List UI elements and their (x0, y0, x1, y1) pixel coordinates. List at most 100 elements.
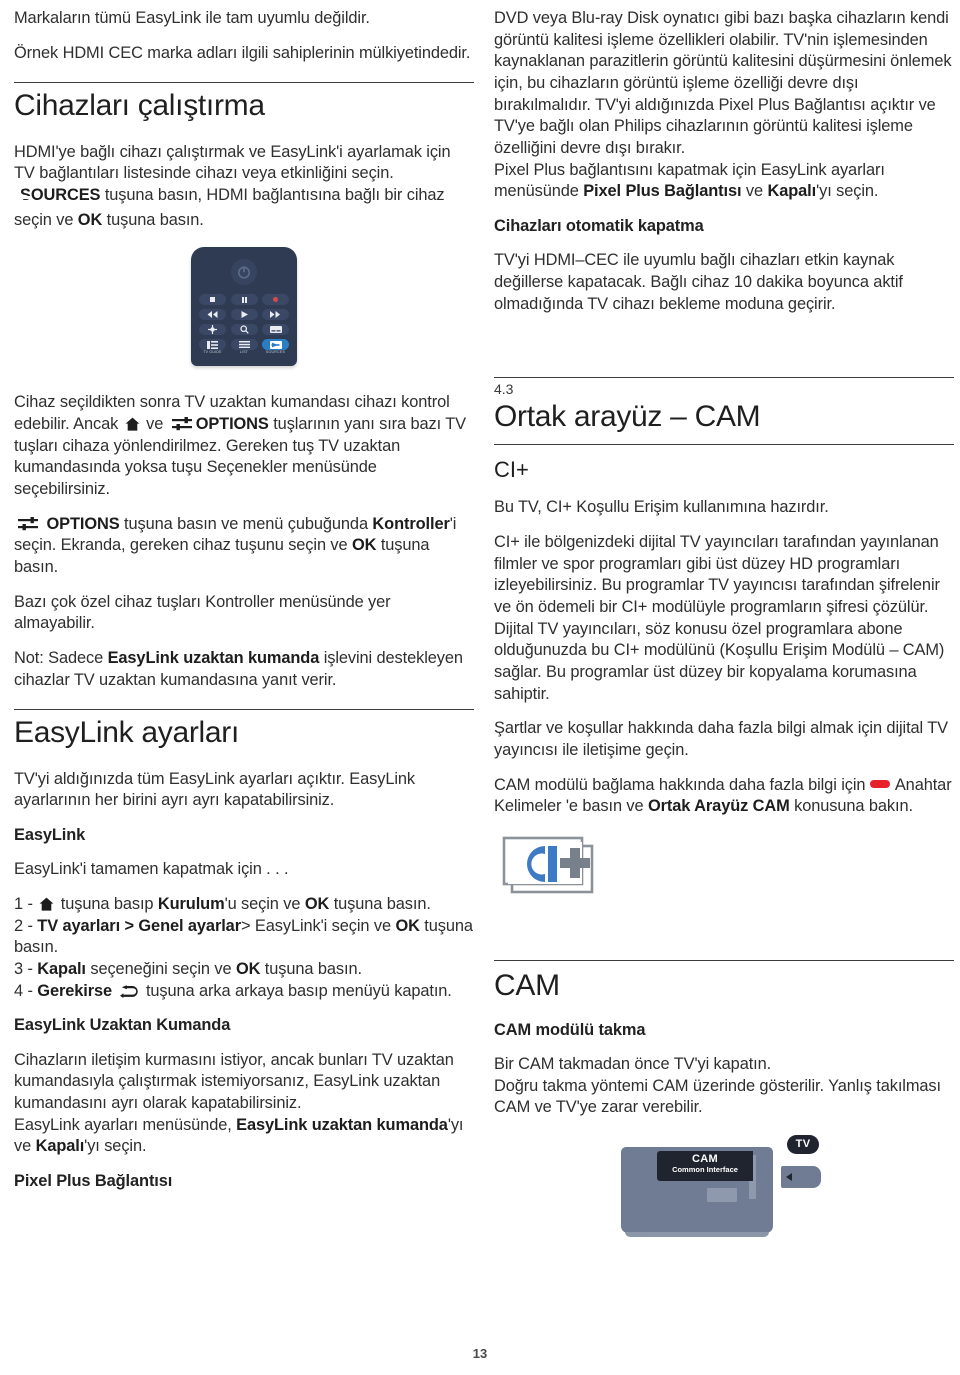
ar-p2a: tuşuna basın ve menü çubuğunda (119, 514, 373, 533)
list-label: LIST (239, 350, 249, 355)
cam-figure-inner: CAM Common Interface TV (609, 1133, 839, 1243)
tv-badge: TV (787, 1134, 819, 1154)
step4-a: Gerekirse (37, 981, 117, 1000)
cam-label: CAM Common Interface (657, 1150, 753, 1181)
ar-ok: OK (351, 536, 377, 555)
sources-key[interactable] (262, 339, 289, 351)
sources-key-col: SOURCES (262, 339, 289, 356)
section-divider-2 (14, 709, 474, 711)
cam-chip (707, 1187, 737, 1202)
record-icon (273, 297, 278, 303)
options-icon-2 (18, 516, 38, 530)
rewind-key[interactable] (199, 309, 226, 321)
ok-label: OK (77, 210, 103, 229)
intro-paragraph-2: Örnek HDMI CEC marka adları ilgili sahip… (14, 43, 471, 62)
red-key-icon (869, 779, 890, 788)
heading-cam: CAM (494, 969, 560, 1003)
sources-key-icon (269, 340, 282, 349)
after-remote-paragraph-1: Cihaz seçildikten sonra TV uzaktan kuman… (14, 392, 474, 500)
step4-b: tuşuna arka arkaya basıp menüyü kapatın. (141, 981, 452, 1000)
ar-kontroller: Kontroller (372, 514, 450, 533)
step-4: 4 - Gerekirse tuşuna arka arkaya basıp m… (14, 981, 474, 1003)
cam2-paragraph-2: Doğru takma yöntemi CAM üzerinde gösteri… (494, 1076, 941, 1117)
after-remote-paragraph-3: Bazı çok özel cihaz tuşları Kontroller m… (14, 592, 391, 633)
step4-num: 4 - (14, 981, 38, 1000)
pause-icon (241, 296, 247, 303)
step1-b: Kurulum (157, 895, 225, 914)
remote-shadow (193, 365, 295, 372)
rewind-icon (207, 311, 218, 319)
pp2-c: ve (741, 182, 768, 201)
step-3: 3 - Kapalı seçeneğini seçin ve OK tuşuna… (14, 959, 474, 981)
settings-key[interactable] (199, 324, 226, 336)
tv-guide-icon (207, 340, 218, 349)
ar-p1b: ve (141, 415, 168, 434)
two-column-layout: Markaların tümü EasyLink ile tam uyumlu … (0, 0, 960, 1330)
cp4-c: 'e basın ve (561, 797, 648, 816)
sp4-d: Kapalı (35, 1137, 85, 1156)
tv-guide-key[interactable] (199, 339, 226, 351)
remote-row-transport-1 (199, 294, 289, 306)
home-icon (125, 417, 140, 431)
document-page: Markaların tümü EasyLink ile tam uyumlu … (0, 0, 960, 1375)
fast-forward-icon (270, 311, 280, 319)
remote-row-functions (199, 324, 289, 336)
step3-d: tuşuna basın. (260, 960, 362, 979)
cam-label-title: CAM (692, 1152, 718, 1165)
options-label: OPTIONS (195, 415, 269, 434)
after-remote-note: Not: Sadece EasyLink uzaktan kumanda işl… (14, 648, 474, 691)
subhead-pixel-plus: Pixel Plus Bağlantısı (14, 1172, 173, 1190)
step1-num: 1 - (14, 895, 38, 914)
gear-icon (208, 325, 217, 335)
step3-c: seçeneğini seçin ve (85, 960, 236, 979)
list-key[interactable] (230, 339, 258, 351)
step3-b: Kapalı (37, 960, 86, 979)
section-divider-3 (494, 377, 954, 379)
fast-forward-key[interactable] (262, 309, 289, 321)
subtitle-icon (269, 326, 282, 334)
section-divider-5 (494, 960, 954, 962)
stop-key[interactable] (199, 294, 226, 306)
search-icon (239, 325, 249, 335)
cam-figure: CAM Common Interface TV (494, 1133, 954, 1243)
record-key[interactable] (262, 294, 289, 306)
cam-paragraph-2: CI+ ile bölgenizdeki dijital TV yayıncıl… (494, 533, 945, 703)
back-icon (119, 984, 138, 998)
auto-off-paragraph: TV'yi HDMI–CEC ile uyumlu bağlı cihazlar… (494, 251, 903, 313)
heading-cihazlari-calistirma: Cihazları çalıştırma (14, 89, 265, 123)
options-label-2: OPTIONS (46, 514, 120, 533)
step3-ok: OK (235, 960, 261, 979)
settings-paragraph-4: EasyLink ayarları menüsünde, EasyLink uz… (14, 1115, 474, 1158)
cam-paragraph-1: Bu TV, CI+ Koşullu Erişim kullanımına ha… (494, 498, 829, 517)
pixelplus-paragraph-2: Pixel Plus bağlantısını kapatmak için Ea… (494, 160, 954, 203)
subhead-cam-takma: CAM modülü takma (494, 1020, 646, 1039)
play-icon (241, 311, 248, 319)
options-icon (171, 417, 192, 431)
page-number: 13 (472, 1346, 488, 1361)
stop-icon (210, 297, 215, 303)
section-number: 4.3 (494, 381, 514, 398)
home-icon-3 (39, 897, 54, 911)
cam-paragraph-4: CAM modülü bağlama hakkında daha fazla b… (494, 775, 954, 818)
pause-key[interactable] (230, 294, 258, 306)
sp4-b: EasyLink uzaktan kumanda (236, 1115, 448, 1134)
subtitle-key[interactable] (262, 324, 289, 336)
cp4-a: CAM modülü bağlama hakkında daha fazla b… (494, 775, 870, 794)
play-key[interactable] (230, 309, 258, 321)
step3-num: 3 - (14, 960, 38, 979)
step1-a: tuşuna basıp (56, 895, 158, 914)
step2-num: 2 - (14, 916, 38, 935)
cp4-d: Ortak Arayüz CAM (648, 797, 790, 816)
cam-label-subtitle: Common Interface (672, 1165, 738, 1175)
settings-paragraph-3: Cihazların iletişim kurmasını istiyor, a… (14, 1050, 454, 1113)
search-key[interactable] (230, 324, 258, 336)
step-1: 1 - tuşuna basıp Kurulum'u seçin ve OK t… (14, 894, 474, 916)
step-2: 2 - TV ayarları > Genel ayarlar> EasyLin… (14, 916, 474, 959)
step2-ok: OK (395, 916, 420, 935)
section-divider-4 (494, 444, 954, 446)
sources-label-remote: SOURCES (265, 350, 286, 355)
step2-b: TV ayarları > Genel ayarlar (37, 916, 241, 935)
heading-easylink-ayarlari: EasyLink ayarları (14, 716, 239, 750)
cam-plug (781, 1165, 821, 1188)
remote-control-figure: TV GUIDE LIST SOURCES (14, 247, 474, 372)
